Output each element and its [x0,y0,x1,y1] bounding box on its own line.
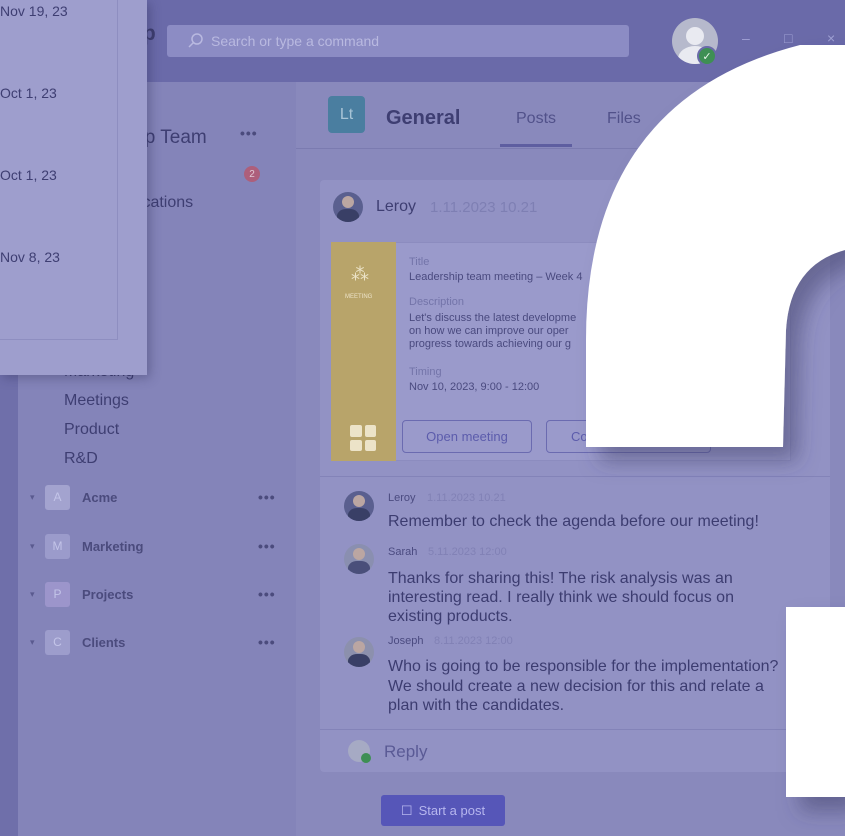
team-tile: P [45,581,70,607]
team-tile: C [45,629,70,655]
header-divider [296,148,845,149]
meeting-icon: ⁂ [351,264,369,284]
maximize-button[interactable]: □ [784,30,792,46]
sidebar-team-acme[interactable]: ▾ A Acme ••• [0,484,278,510]
avatar [344,544,374,574]
team-tile: M [45,533,70,559]
popup-date[interactable]: Oct 1, 23 [0,85,57,101]
start-post-label: Start a post [418,803,486,818]
reply-button[interactable]: Reply [384,742,427,762]
search-icon [188,33,203,48]
chevron-down-icon: ▾ [30,491,35,502]
date-popup: Nov 19, 23 Oct 1, 23 Oct 1, 23 Nov 8, 23 [0,0,147,375]
unread-badge: 2 [244,166,260,182]
popup-date[interactable]: Oct 1, 23 [0,167,57,183]
sidebar-channel-meetings[interactable]: Meetings [64,392,129,410]
search-input[interactable]: Search or type a command [167,25,629,57]
meeting-description-label: Description [409,296,465,308]
reply-text: Who is going to be responsible for the i… [388,658,779,675]
sidebar-team-projects[interactable]: ▾ P Projects ••• [0,581,278,607]
close-button[interactable]: × [827,30,835,46]
team-more-button[interactable]: ••• [240,125,258,141]
sidebar-channel-product[interactable]: Product [64,421,119,439]
team-more-button[interactable]: ••• [258,586,276,602]
reply-text: We should create a new decision for this… [388,678,764,695]
reply-timestamp: 1.11.2023 10.21 [427,492,506,504]
team-tile: A [45,484,70,510]
reply-timestamp: 8.11.2023 12:00 [434,635,513,647]
tab-posts[interactable]: Posts [516,110,556,128]
reply-text: interesting read. I really think we shou… [388,589,734,606]
reply-author: Sarah [388,546,418,558]
sidebar-team-clients[interactable]: ▾ C Clients ••• [0,629,278,655]
status-dot-icon [361,753,371,763]
channel-title: General [386,107,461,129]
team-name: Marketing [82,538,144,554]
team-name: Clients [82,634,126,650]
meeting-description-line: on how we can improve our oper [409,325,569,337]
reply-divider [320,729,830,730]
popup-date[interactable]: Nov 8, 23 [0,249,60,265]
tab-files[interactable]: Files [607,110,641,128]
available-status-icon: ✓ [697,46,717,66]
team-name: Projects [82,586,134,602]
minimize-button[interactable]: – [742,30,750,46]
reply-author: Leroy [388,492,416,504]
avatar [344,491,374,521]
team-name: Acme [82,489,118,505]
chevron-down-icon: ▾ [30,636,35,647]
avatar [333,192,363,222]
sidebar-team-marketing[interactable]: ▾ M Marketing ••• [0,533,278,559]
meeting-description-line: progress towards achieving our g [409,338,572,350]
replies-divider [320,476,830,477]
post-timestamp: 1.11.2023 10.21 [430,199,538,216]
chevron-down-icon: ▾ [30,588,35,599]
active-tab-indicator [500,144,572,147]
start-post-button[interactable]: ☐ Start a post [381,795,505,826]
reply-text: Thanks for sharing this! The risk analys… [388,570,733,587]
meeting-title: Leadership team meeting – Week 4 [409,271,583,283]
sidebar-channel-rd[interactable]: R&D [64,450,98,468]
avatar [344,637,374,667]
meeting-secondary-button[interactable]: Co [546,420,711,453]
post-author: Leroy [376,198,417,215]
team-more-button[interactable]: ••• [258,634,276,650]
meeting-timing: Nov 10, 2023, 9:00 - 12:00 [409,381,540,393]
reply-text: existing products. [388,608,513,625]
compose-icon: ☐ [400,802,413,818]
team-more-button[interactable]: ••• [258,489,276,505]
reply-text: plan with the candidates. [388,697,565,714]
channel-team-tile: Lt [328,96,365,133]
reply-timestamp: 5.11.2023 12:00 [428,546,507,558]
popup-date[interactable]: Nov 19, 23 [0,3,68,19]
meeting-timing-label: Timing [409,366,442,378]
apps-grid-icon [350,425,376,451]
open-meeting-button[interactable]: Open meeting [402,420,532,453]
meeting-title-label: Title [409,256,430,268]
chevron-down-icon: ▾ [30,540,35,551]
reply-text: Remember to check the agenda before our … [388,513,759,530]
meeting-strip-label: MEETING [345,294,373,300]
search-placeholder: Search or type a command [211,33,380,49]
meeting-description-line: Let's discuss the latest developme [409,312,577,324]
team-more-button[interactable]: ••• [258,538,276,554]
reply-author: Joseph [388,635,424,647]
